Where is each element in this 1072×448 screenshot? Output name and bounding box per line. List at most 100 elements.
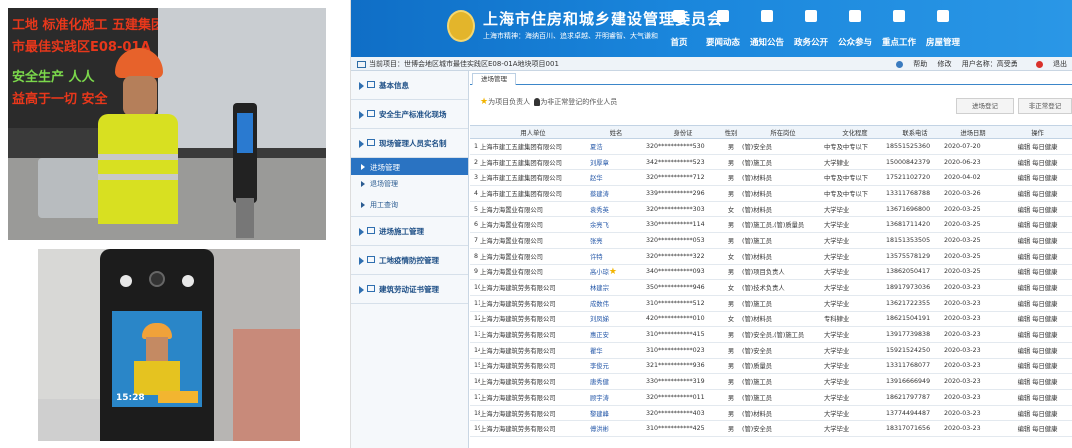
edit-link[interactable]: 编辑 [1018,222,1031,229]
table-row[interactable]: 19上海力海建筑劳务有限公司傅洪彬310***********425男(管)安全… [470,420,1072,438]
sidebar-item-real-name[interactable]: 现场管理人员实名制 [351,129,468,158]
table-row[interactable]: 2 上海市建工五建集团有限公司 刘厚章 342***********523 男 (管)施工… [470,154,1072,171]
edit-link[interactable]: 编辑 [1018,269,1031,276]
daily-health-link[interactable]: 每日健康 [1032,332,1057,339]
worker-name[interactable]: 瞿华 [586,342,646,359]
worker-name[interactable]: 夏浩 [586,138,646,155]
worker-name[interactable]: 余亮飞 [586,216,646,234]
sidebar-item-labor-query[interactable]: 用工查询 [351,196,468,217]
daily-health-link[interactable]: 每日健康 [1032,254,1057,261]
table-row[interactable]: 4 上海市建工五建集团有限公司 蔡建涛 339***********296 男 (管)材料… [470,185,1072,202]
edit-link[interactable]: 编辑 [1018,426,1031,433]
edit-link[interactable]: 编辑 [1018,379,1031,386]
edit-link[interactable]: 编辑 [1018,363,1031,370]
table-row[interactable]: 8 上海力海置业有限公司 许特 320***********322 女 (管)材料员 大学毕… [470,248,1072,265]
worker-name[interactable]: 刘凤娣 [586,311,646,328]
worker-name[interactable]: 张亮 [586,232,646,249]
edit-link[interactable]: 编辑 [1018,175,1031,182]
worker-name[interactable]: 成数伟 [586,295,646,312]
daily-health-link[interactable]: 每日健康 [1032,207,1057,214]
worker-name[interactable]: 惠正安 [586,326,646,343]
edit-link[interactable]: 编辑 [1018,160,1031,167]
daily-health-link[interactable]: 每日健康 [1032,191,1057,198]
worker-name[interactable]: 高小琼★ [586,264,646,281]
sidebar-item-basic-info[interactable]: 基本信息 [351,71,468,100]
nav-key-work[interactable]: 重点工作 [877,8,921,49]
daily-health-link[interactable]: 每日健康 [1032,222,1057,229]
edit-link[interactable]: 编辑 [1018,411,1031,418]
worker-name[interactable]: 傅洪彬 [586,420,646,438]
worker-name[interactable]: 刘厚章 [586,154,646,171]
sidebar-item-epidemic[interactable]: 工地疫情防控管理 [351,246,468,275]
logout-link[interactable]: 退出 [1028,60,1067,68]
daily-health-link[interactable]: 每日健康 [1032,144,1057,151]
table-row[interactable]: 17上海力海建筑劳务有限公司顾宇涛320***********011男(管)施工… [470,389,1072,406]
nav-notice[interactable]: 通知公告 [745,8,789,49]
nav-participation[interactable]: 公众参与 [833,8,877,49]
daily-health-link[interactable]: 每日健康 [1032,363,1057,370]
table-row[interactable]: 15上海力海建筑劳务有限公司李俊元321***********936男(管)质量… [470,358,1072,375]
edit-link[interactable]: 编辑 [1018,348,1031,355]
nav-news[interactable]: 要闻动态 [701,8,745,49]
sidebar-item-exit-management[interactable]: 退场管理 [351,175,468,196]
daily-health-link[interactable]: 每日健康 [1032,285,1057,292]
table-row[interactable]: 1 上海市建工五建集团有限公司 夏浩 320***********530 男 (管)安全员… [470,138,1072,155]
edit-link[interactable]: 编辑 [1018,191,1031,198]
table-row[interactable]: 3 上海市建工五建集团有限公司 赵华 320***********712 男 (管)材料员… [470,169,1072,187]
edit-link[interactable]: 编辑 [1018,332,1031,339]
worker-name[interactable]: 林建宗 [586,279,646,296]
abnormal-register-button[interactable]: 非正常登记 [1018,98,1072,114]
daily-health-link[interactable]: 每日健康 [1032,238,1057,245]
change-link[interactable]: 修改 [938,60,952,68]
sidebar-item-certificates[interactable]: 建筑劳动证书管理 [351,275,468,304]
daily-health-link[interactable]: 每日健康 [1032,160,1057,167]
edit-link[interactable]: 编辑 [1018,207,1031,214]
nav-housing[interactable]: 房屋管理 [921,8,965,49]
table-row[interactable]: 6 上海力海置业有限公司 余亮飞 330***********114 男 (管)施工员,(… [470,216,1072,234]
edit-link[interactable]: 编辑 [1018,301,1031,308]
table-row[interactable]: 10上海力海建筑劳务有限公司林建宗350***********946女(管)技术… [470,279,1072,296]
worker-name[interactable]: 李俊元 [586,358,646,375]
worker-name[interactable]: 许特 [586,248,646,265]
daily-health-link[interactable]: 每日健康 [1032,411,1057,418]
worker-name[interactable]: 袁秀英 [586,201,646,218]
edit-link[interactable]: 编辑 [1018,395,1031,402]
worker-name[interactable]: 黎建峰 [586,405,646,422]
worker-name[interactable]: 唐秀健 [586,373,646,390]
sidebar-item-entry-management[interactable]: 进场管理 [351,158,468,175]
table-row[interactable]: 7 上海力海置业有限公司 张亮 320***********053 男 (管)施工员 大学毕… [470,232,1072,249]
daily-health-link[interactable]: 每日健康 [1032,395,1057,402]
daily-health-link[interactable]: 每日健康 [1032,379,1057,386]
sidebar-item-construction[interactable]: 进场施工管理 [351,217,468,246]
edit-link[interactable]: 编辑 [1018,144,1031,151]
edit-link[interactable]: 编辑 [1018,254,1031,261]
worker-name[interactable]: 蔡建涛 [586,185,646,202]
table-row[interactable]: 9 上海力海置业有限公司 高小琼★ 340***********093 男 (管)项目负责… [470,264,1072,281]
daily-health-link[interactable]: 每日健康 [1032,316,1057,323]
worker-name[interactable]: 赵华 [586,169,646,187]
daily-health-link[interactable]: 每日健康 [1032,301,1057,308]
entry-date: 2020-03-25 [944,264,1002,281]
table-row[interactable]: 5 上海力海置业有限公司 袁秀英 320***********303 女 (管)材料员 大学… [470,201,1072,218]
tab-entry-management[interactable]: 进场管理 [472,73,516,85]
table-row[interactable]: 13上海力海建筑劳务有限公司惠正安310***********415男(管)安全… [470,326,1072,343]
sidebar-item-safety-standard[interactable]: 安全生产标准化现场 [351,100,468,129]
edit-link[interactable]: 编辑 [1018,285,1031,292]
nav-public-affairs[interactable]: 政务公开 [789,8,833,49]
edit-link[interactable]: 编辑 [1018,238,1031,245]
row-actions: 编辑 每日健康 [1002,185,1072,202]
help-link[interactable]: 帮助 [888,60,927,68]
edit-link[interactable]: 编辑 [1018,316,1031,323]
daily-health-link[interactable]: 每日健康 [1032,269,1057,276]
table-row[interactable]: 18上海力海建筑劳务有限公司黎建峰320***********403男(管)材料… [470,405,1072,422]
daily-health-link[interactable]: 每日健康 [1032,175,1057,182]
worker-name[interactable]: 顾宇涛 [586,389,646,406]
entry-register-button[interactable]: 进场登记 [956,98,1014,114]
table-row[interactable]: 12上海力海建筑劳务有限公司刘凤娣420***********010女(管)材料… [470,311,1072,328]
nav-home[interactable]: 首页 [657,8,701,49]
table-row[interactable]: 16上海力海建筑劳务有限公司唐秀健330***********319男(管)施工… [470,373,1072,390]
table-row[interactable]: 14上海力海建筑劳务有限公司瞿华310***********023男(管)安全员… [470,342,1072,359]
daily-health-link[interactable]: 每日健康 [1032,426,1057,433]
table-row[interactable]: 11上海力海建筑劳务有限公司成数伟310***********512男(管)施工… [470,295,1072,312]
daily-health-link[interactable]: 每日健康 [1032,348,1057,355]
